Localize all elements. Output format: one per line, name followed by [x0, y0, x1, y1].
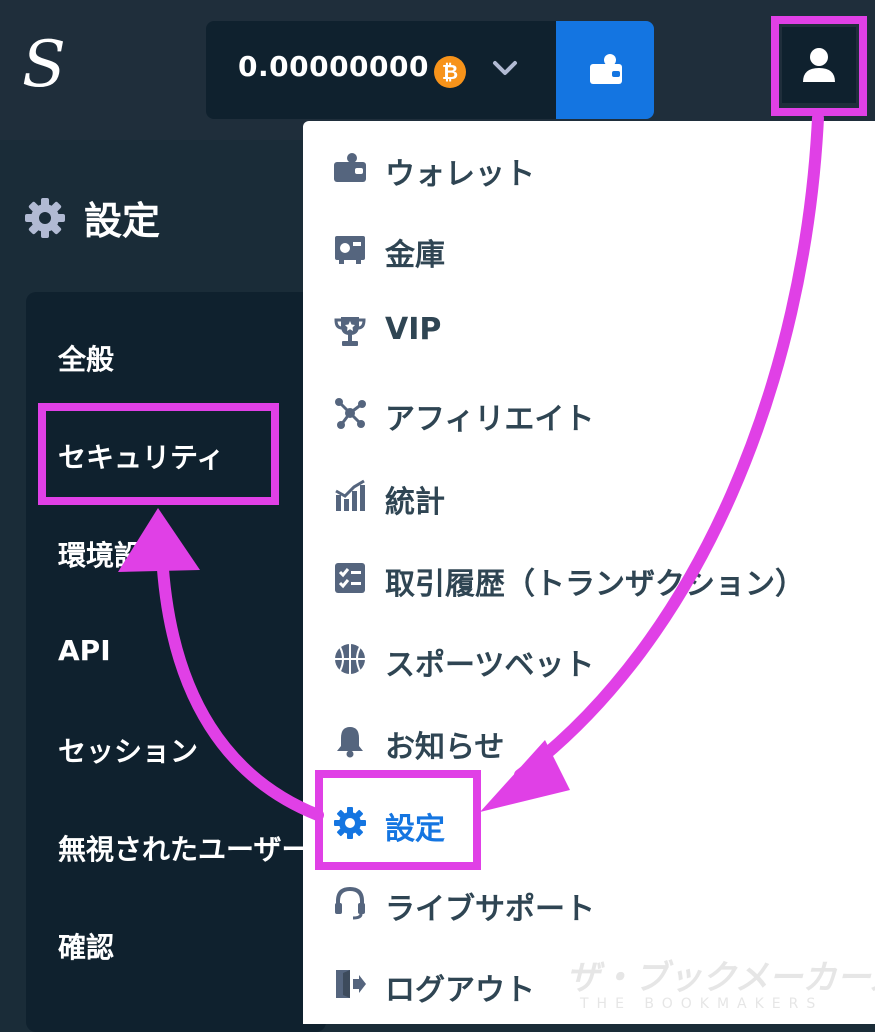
gear-icon: [25, 198, 65, 238]
menu-item-vip[interactable]: VIP: [333, 306, 853, 356]
menu-item-affiliate[interactable]: アフィリエイト: [333, 388, 853, 438]
user-icon: [803, 48, 835, 82]
bitcoin-icon: ₿: [434, 56, 466, 88]
user-menu-button[interactable]: [782, 27, 856, 103]
affiliate-icon: [335, 398, 366, 429]
wallet-icon: [590, 54, 622, 84]
wallet-button[interactable]: [556, 21, 654, 119]
menu-item-label: ライブサポート: [385, 892, 595, 927]
menu-item-sportsbook[interactable]: スポーツベット: [333, 634, 853, 684]
menu-item-label: お知らせ: [385, 730, 505, 765]
menu-item-transactions[interactable]: 取引履歴（トランザクション）: [333, 553, 853, 603]
menu-item-label: 金庫: [385, 238, 445, 273]
wallet-icon: [334, 153, 366, 182]
menu-item-label: 設定: [385, 812, 445, 847]
trophy-icon: [334, 317, 366, 346]
sidebar-item-sessions[interactable]: セッション: [58, 730, 198, 770]
page-title-text: 設定: [84, 199, 161, 243]
balance-amount: 0.00000000: [238, 50, 429, 83]
site-logo[interactable]: S: [22, 30, 70, 100]
user-dropdown-menu: ウォレット 金庫 VIP アフィリエイト 統計 取引履歴（トランザクション） ス…: [303, 121, 875, 1024]
page-title: 設定: [24, 190, 160, 245]
menu-item-wallet[interactable]: ウォレット: [333, 143, 853, 193]
menu-item-vault[interactable]: 金庫: [333, 224, 853, 274]
sidebar-item-verify[interactable]: 確認: [58, 926, 114, 966]
sportsbook-icon: [335, 644, 365, 674]
menu-item-live-support[interactable]: ライブサポート: [333, 878, 853, 928]
menu-item-label: ログアウト: [385, 973, 535, 1008]
chevron-down-icon[interactable]: [492, 58, 518, 78]
sidebar-item-preferences[interactable]: 環境設定: [58, 534, 170, 574]
menu-item-notifications[interactable]: お知らせ: [333, 716, 853, 766]
headset-icon: [335, 886, 365, 920]
sidebar-item-api[interactable]: API: [58, 634, 111, 667]
sidebar-item-ignored-users[interactable]: 無視されたユーザー: [58, 828, 309, 868]
menu-item-label: ウォレット: [385, 157, 535, 192]
bell-icon: [337, 727, 363, 758]
sidebar-item-security[interactable]: セキュリティ: [58, 436, 224, 476]
top-header: S 0.00000000 ₿: [0, 0, 875, 140]
transactions-icon: [335, 563, 365, 593]
stats-icon: [335, 479, 365, 511]
menu-item-statistics[interactable]: 統計: [333, 471, 853, 521]
watermark: ザ・ブックメーカーズ: [566, 958, 875, 998]
menu-item-label: 統計: [385, 485, 445, 520]
vault-icon: [335, 236, 365, 264]
watermark-subtitle: THE BOOKMAKERS: [580, 996, 824, 1012]
menu-item-label: 取引履歴（トランザクション）: [385, 567, 805, 602]
menu-item-label: アフィリエイト: [385, 402, 595, 437]
logout-icon: [336, 970, 366, 998]
gear-icon: [334, 807, 366, 839]
menu-item-label: VIP: [385, 312, 442, 347]
menu-item-settings[interactable]: 設定: [333, 798, 853, 848]
sidebar-item-general[interactable]: 全般: [58, 338, 114, 378]
menu-item-label: スポーツベット: [385, 648, 595, 683]
